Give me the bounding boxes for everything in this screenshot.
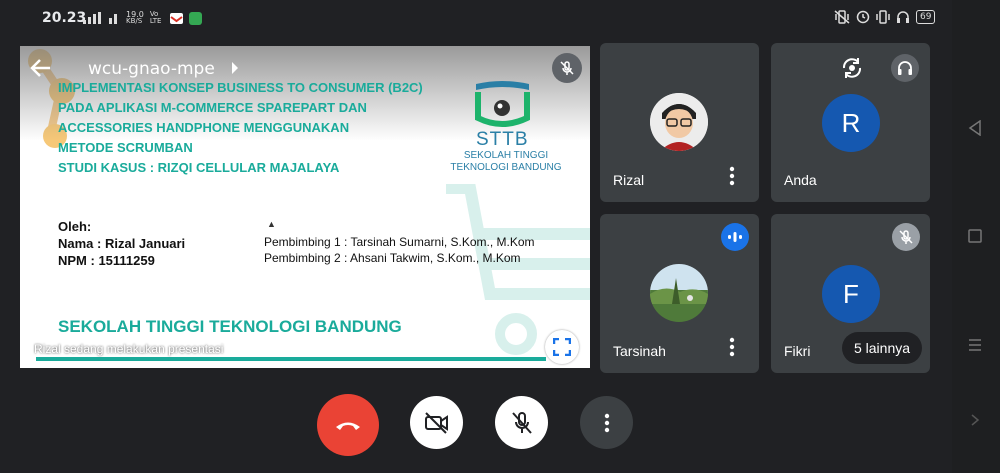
more-vert-icon <box>729 337 735 357</box>
meeting-code[interactable]: wcu-gnao-mpe <box>88 59 215 79</box>
mic-off-icon <box>560 61 574 75</box>
status-time: 20.23 <box>42 10 87 26</box>
participant-name: Tarsinah <box>613 343 666 359</box>
participant-more-button[interactable] <box>722 335 742 359</box>
participant-tile-anda[interactable]: R Anda <box>771 43 930 202</box>
more-vert-icon <box>604 413 609 432</box>
supervisor-1: Pembimbing 1 : Tarsinah Sumarni, S.Kom.,… <box>264 235 535 249</box>
participant-tile-tarsinah[interactable]: Tarsinah <box>600 214 759 373</box>
gmail-icon <box>169 12 183 24</box>
headphones-icon <box>898 61 912 75</box>
network-type: Vo LTE <box>149 10 162 25</box>
fullscreen-icon <box>553 338 571 356</box>
switch-camera-button[interactable] <box>838 54 866 82</box>
supervisor-2: Pembimbing 2 : Ahsani Takwim, S.Kom., M.… <box>264 251 521 265</box>
author-label: Oleh: <box>58 219 92 234</box>
speaking-indicator <box>721 223 749 251</box>
slide-title-line-2: PADA APLIKASI M-COMMERCE SPAREPART DAN <box>58 100 367 115</box>
teal-divider <box>36 357 546 361</box>
end-call-button[interactable] <box>317 394 379 456</box>
author-name: Nama : Rizal Januari <box>58 236 186 251</box>
participant-name: Fikri <box>784 343 811 359</box>
chevron-right-icon[interactable] <box>230 61 240 75</box>
presenter-muted-badge <box>552 53 582 83</box>
logo-name: STTB <box>476 129 529 150</box>
logo-subtitle-line-2: TEKNOLOGI BANDUNG <box>450 162 562 173</box>
mic-off-icon <box>511 411 532 434</box>
avatar-anda: R <box>822 94 880 152</box>
back-arrow-icon[interactable] <box>30 57 52 79</box>
participant-tile-rizal[interactable]: Rizal <box>600 43 759 202</box>
status-icons-right: 69 <box>834 10 936 24</box>
audio-output-button[interactable] <box>891 54 919 82</box>
meet-notification-icon <box>188 11 202 25</box>
slide-title-line-3: ACCESSORIES HANDPHONE MENGGUNAKAN <box>58 120 350 135</box>
mic-off-icon <box>899 230 913 244</box>
camera-off-icon <box>424 411 448 434</box>
signal-icon <box>83 12 101 24</box>
presenting-caption: Rizal sedang melakukan presentasi <box>34 342 224 356</box>
participant-more-button[interactable] <box>722 164 742 188</box>
presentation-tile[interactable]: wcu-gnao-mpe IMPLEMENTASI KONSEP BUSINES… <box>20 46 590 368</box>
author-npm: NPM : 15111259 <box>58 253 155 268</box>
nav-expand-icon[interactable] <box>970 413 980 427</box>
status-bar: 20.23 19.0 KB/S Vo LTE 69 <box>0 0 1000 36</box>
avatar-fikri: F <box>822 265 880 323</box>
participant-name: Rizal <box>613 172 645 188</box>
avatar-tarsinah <box>650 264 708 322</box>
speed-unit: KB/S <box>126 17 143 25</box>
school-name: SEKOLAH TINGGI TEKNOLOGI BANDUNG <box>58 317 402 336</box>
signal-2-icon <box>109 14 117 24</box>
camera-toggle-button[interactable] <box>410 396 463 449</box>
slide-title-line-4: METODE SCRUMBAN <box>58 140 193 155</box>
slide-title-line-1: IMPLEMENTASI KONSEP BUSINESS TO CONSUMER… <box>58 80 423 95</box>
more-vert-icon <box>729 166 735 186</box>
battery-level: 69 <box>916 10 936 24</box>
muted-indicator <box>892 223 920 251</box>
slide-title-line-5: STUDI KASUS : RIZQI CELLULAR MAJALAYA <box>58 160 340 175</box>
vibrate-2-icon <box>876 10 890 24</box>
nav-home-icon[interactable] <box>968 229 982 243</box>
more-options-button[interactable] <box>580 396 633 449</box>
mic-toggle-button[interactable] <box>495 396 548 449</box>
speed-indicator: 19.0 KB/S <box>126 11 144 25</box>
nav-menu-icon[interactable] <box>968 338 982 352</box>
vibrate-icon <box>834 10 850 24</box>
more-participants-button[interactable]: 5 lainnya <box>842 332 922 364</box>
end-call-icon <box>336 422 360 430</box>
avatar-rizal <box>650 93 708 151</box>
switch-camera-icon <box>842 58 862 78</box>
pointer-cursor-icon: ▲ <box>267 219 276 229</box>
headset-status-icon <box>897 11 909 23</box>
logo-subtitle-line-1: SEKOLAH TINGGI <box>463 150 549 161</box>
alarm-icon <box>856 10 870 24</box>
nav-back-icon[interactable] <box>968 120 982 136</box>
fullscreen-button[interactable] <box>545 330 579 364</box>
audio-level-icon <box>728 232 742 242</box>
participant-name: Anda <box>784 172 817 188</box>
status-icons-left: 19.0 KB/S Vo LTE <box>82 11 202 25</box>
logo-subtitle: SEKOLAH TINGGI TEKNOLOGI BANDUNG <box>446 150 566 174</box>
